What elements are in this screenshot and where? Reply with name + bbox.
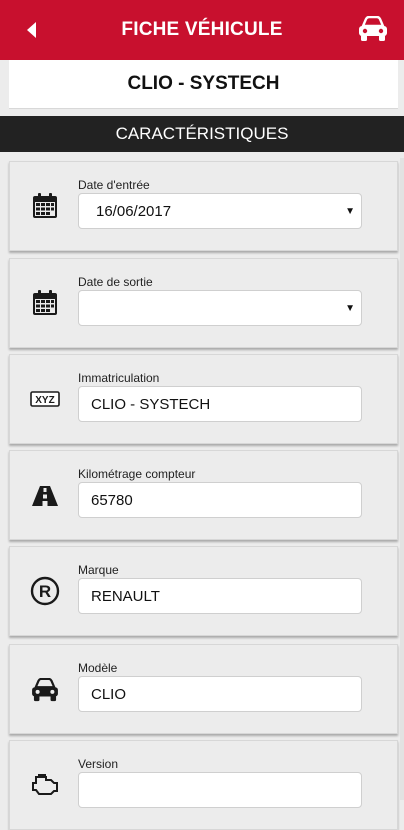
date-entree-card: Date d'entrée 16/06/2017 ▼ — [9, 161, 398, 251]
license-plate-icon: XYZ — [30, 384, 60, 414]
kilometrage-card: Kilométrage compteur 65780 — [9, 450, 398, 540]
modele-input[interactable]: CLIO — [78, 676, 362, 712]
date-entree-value: 16/06/2017 — [96, 202, 172, 220]
kilometrage-label: Kilométrage compteur — [78, 467, 196, 481]
car-icon — [30, 675, 60, 705]
date-sortie-select[interactable]: ▼ — [78, 290, 362, 326]
modele-card: Modèle CLIO — [9, 644, 398, 734]
vehicle-button[interactable] — [356, 14, 390, 44]
kilometrage-input[interactable]: 65780 — [78, 482, 362, 518]
registered-trademark-icon: R — [30, 576, 60, 606]
calendar-icon — [30, 288, 60, 318]
date-sortie-card: Date de sortie ▼ — [9, 258, 398, 348]
immatriculation-label: Immatriculation — [78, 371, 160, 385]
app-header: FICHE VÉHICULE — [0, 0, 404, 60]
marque-input[interactable]: RENAULT — [78, 578, 362, 614]
date-sortie-label: Date de sortie — [78, 275, 153, 289]
section-title: CARACTÉRISTIQUES — [0, 116, 404, 152]
marque-card: R Marque RENAULT — [9, 546, 398, 636]
date-entree-select[interactable]: 16/06/2017 ▼ — [78, 193, 362, 229]
immatriculation-input[interactable]: CLIO - SYSTECH — [78, 386, 362, 422]
svg-text:XYZ: XYZ — [35, 395, 54, 406]
car-icon — [359, 16, 387, 41]
dropdown-arrow-icon: ▼ — [345, 206, 355, 217]
calendar-icon — [30, 191, 60, 221]
road-icon — [30, 481, 60, 511]
date-entree-label: Date d'entrée — [78, 178, 150, 192]
svg-text:R: R — [39, 582, 51, 601]
page-title: FICHE VÉHICULE — [121, 19, 283, 40]
version-label: Version — [78, 757, 119, 771]
engine-icon — [30, 769, 60, 799]
version-input[interactable] — [78, 772, 362, 808]
vehicle-name: CLIO - SYSTECH — [9, 60, 398, 109]
dropdown-arrow-icon: ▼ — [345, 303, 355, 314]
version-card: Version — [9, 740, 398, 830]
scrollbar[interactable] — [400, 158, 404, 800]
modele-label: Modèle — [78, 661, 118, 675]
immatriculation-card: XYZ Immatriculation CLIO - SYSTECH — [9, 354, 398, 444]
marque-label: Marque — [78, 563, 119, 577]
